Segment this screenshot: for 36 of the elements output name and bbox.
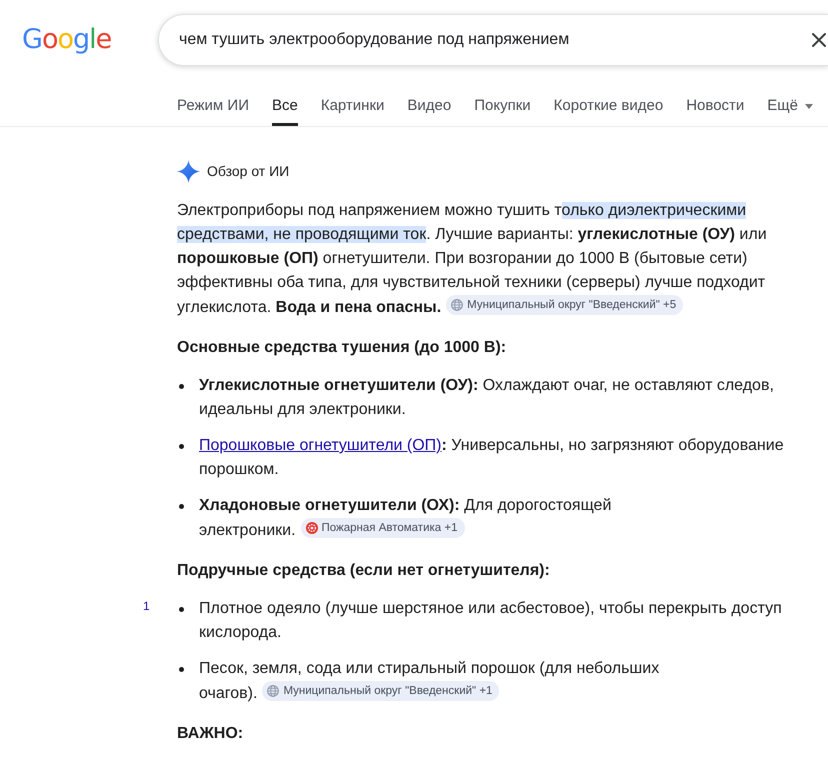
globe-icon bbox=[451, 299, 464, 311]
section-heading: Основные средства тушения (до 1000 В): bbox=[177, 338, 508, 358]
ai-overview-title: Обзор от ИИ bbox=[207, 163, 290, 179]
tab[interactable]: Картинки bbox=[320, 94, 384, 126]
close-icon[interactable] bbox=[811, 32, 827, 48]
tab[interactable]: Новости bbox=[686, 94, 744, 126]
caret-icon bbox=[805, 104, 813, 108]
tab[interactable]: Покупки bbox=[474, 94, 531, 126]
globe-icon bbox=[267, 685, 280, 697]
tab[interactable]: Все bbox=[272, 94, 298, 126]
bullet-icon bbox=[179, 384, 184, 388]
list-item-text: Хладоновые огнетушители (ОХ): Для дорогостоящей электроники. Пожарная Автоматика +1 bbox=[199, 496, 612, 541]
margin-number: 1 bbox=[143, 599, 150, 613]
bullet-icon bbox=[179, 666, 184, 672]
list-item-text: Песок, земля, сода или стиральный порошок (для небольших очагов). Муниципальный округ "Введенский" +1 bbox=[199, 659, 660, 704]
site-logo-icon bbox=[306, 522, 318, 534]
list-item-text: Углекислотные огнетушители (ОУ): Охлаждают очаг, не оставляют следов, идеальны для электроники. bbox=[199, 376, 775, 420]
bullet-icon bbox=[179, 606, 184, 612]
search-field[interactable]: чем тушить электрооборудование под напряжением bbox=[158, 14, 828, 66]
source-chip[interactable]: Пожарная Автоматика +1 bbox=[300, 518, 464, 538]
source-chip[interactable]: Муниципальный округ "Введенский" +1 bbox=[262, 681, 500, 701]
section-heading: ВАЖНО: bbox=[177, 724, 244, 744]
bullet-icon bbox=[179, 504, 184, 508]
list-item-text: Плотное одеяло (лучше шерстяное или асбестовое), чтобы перекрыть доступ кислорода. bbox=[199, 599, 783, 643]
paragraph-text: Электроприборы под напряжением можно тушить только диэлектрическими средствами, не проводящими ток. Лучшие варианты: углекислотные (ОУ) или порошковые (ОП) огнетушители. При возгорании до 1000 В (бытовые сети) эффективны оба типа, для чувствительной техники (серверы) лучше подходит углекислота. Вода и пена опасны. Муниципальный округ "Введенский" +5 bbox=[177, 201, 768, 318]
bullet-icon bbox=[179, 444, 184, 448]
link[interactable]: Порошковые огнетушители (ОП) bbox=[199, 437, 442, 454]
list-item-text: Порошковые огнетушители (ОП): Универсальны, но загрязняют оборудование порошком. bbox=[199, 436, 785, 480]
source-chip[interactable]: Муниципальный округ "Введенский" +5 bbox=[446, 295, 684, 315]
tab[interactable]: Ещё bbox=[767, 94, 813, 126]
tab[interactable]: Видео bbox=[407, 94, 452, 126]
tab[interactable]: Режим ИИ bbox=[177, 94, 249, 126]
tab[interactable]: Короткие видео bbox=[554, 94, 664, 126]
google-logo[interactable]: Google bbox=[22, 24, 112, 56]
sparkle-icon bbox=[177, 160, 200, 182]
section-heading: Подручные средства (если нет огнетушителя): bbox=[177, 561, 551, 581]
